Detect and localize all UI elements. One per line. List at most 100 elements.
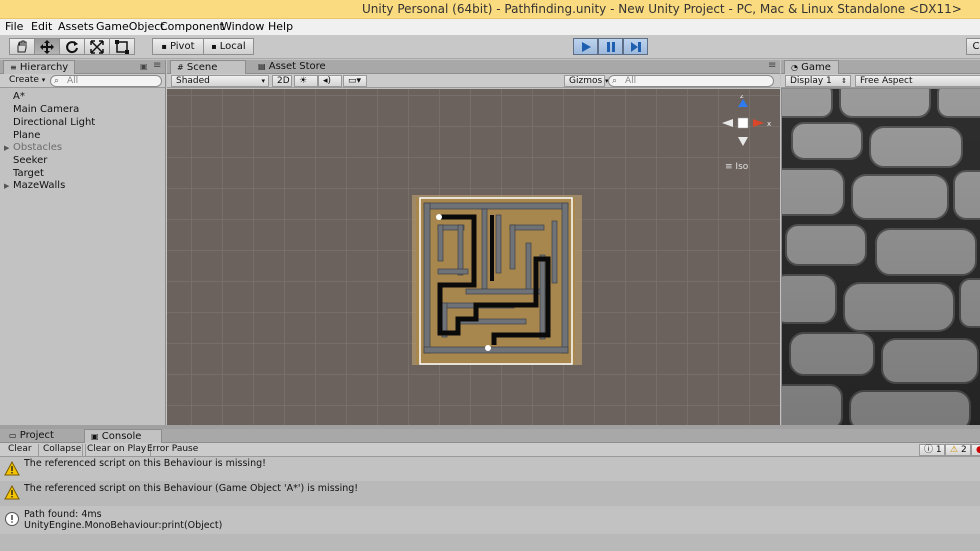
create-label: Create — [9, 75, 39, 85]
expand-arrow-icon[interactable]: ▶ — [4, 144, 9, 152]
gizmos-dropdown[interactable]: Gizmos ▾ — [564, 75, 609, 87]
gizmo-axis-arrow[interactable] — [738, 137, 748, 146]
hierarchy-item-seeker[interactable]: Seeker — [13, 155, 47, 166]
tab-hierarchy[interactable]: ≡ Hierarchy — [3, 60, 76, 74]
hierarchy-item-target[interactable]: Target — [13, 168, 44, 179]
info-filter-toggle[interactable]: ⓘ 1 — [919, 444, 945, 456]
audio-toggle[interactable]: ◂) — [318, 75, 342, 87]
collapse-toggle[interactable]: Collapse — [38, 444, 87, 456]
hierarchy-item-astar[interactable]: A* — [13, 91, 25, 102]
shading-mode-dropdown[interactable]: Shaded ▾ — [171, 75, 269, 87]
console-message-text: Path found: 4ms — [24, 509, 102, 520]
game-viewport[interactable] — [782, 89, 980, 425]
orientation-gizmo[interactable]: z x — [712, 95, 774, 149]
game-tab-label: Game — [801, 62, 831, 73]
console-sub-toolbar: Clear Collapse Clear on Play Error Pause… — [0, 443, 980, 457]
window-title: Unity Personal (64bit) - Pathfinding.uni… — [362, 2, 962, 16]
hierarchy-tab-label: Hierarchy — [19, 62, 69, 73]
clear-button[interactable]: Clear — [4, 444, 36, 456]
window-title-bar: Unity Personal (64bit) - Pathfinding.uni… — [0, 0, 980, 19]
scene-search-input[interactable]: ⌕ All — [608, 75, 774, 87]
maze-object[interactable] — [412, 195, 582, 365]
scene-viewport[interactable]: z x ≡ Iso — [167, 89, 780, 425]
console-message-row[interactable]: The referenced script on this Behaviour … — [0, 458, 980, 481]
effects-dropdown[interactable]: ▭▾ — [343, 75, 367, 87]
console-message-row[interactable]: The referenced script on this Behaviour … — [0, 481, 980, 506]
folder-icon: ▭ — [9, 431, 17, 440]
cloud-label: C — [972, 41, 980, 52]
console-message-row[interactable]: Path found: 4ms UnityEngine.MonoBehaviou… — [0, 506, 980, 534]
local-toggle-button[interactable]: ▪ Local — [203, 38, 254, 55]
local-label: Local — [219, 41, 246, 52]
move-icon — [40, 39, 54, 54]
menu-edit[interactable]: Edit — [31, 20, 52, 33]
hierarchy-sub-toolbar: Create ▾ ⌕ All — [0, 74, 165, 88]
rotate-tool-button[interactable] — [59, 38, 85, 55]
cloud-button[interactable]: C — [966, 38, 980, 55]
iso-indicator[interactable]: ≡ Iso — [725, 162, 748, 172]
play-icon — [581, 41, 591, 52]
menu-assets[interactable]: Assets — [58, 20, 94, 33]
menu-help[interactable]: Help — [268, 20, 293, 33]
step-button[interactable] — [623, 38, 648, 55]
menu-window[interactable]: Window — [221, 20, 264, 33]
sun-icon: ☀ — [299, 76, 308, 86]
clear-on-play-label: Clear on Play — [87, 444, 147, 454]
expand-arrow-icon[interactable]: ▶ — [4, 182, 9, 190]
tab-project[interactable]: ▭ Project — [3, 429, 60, 443]
menu-gameobject[interactable]: GameObject — [96, 20, 165, 33]
aspect-dropdown[interactable]: Free Aspect — [855, 75, 980, 87]
warning-count: 2 — [960, 445, 967, 455]
scale-tool-button[interactable] — [84, 38, 110, 55]
tab-console[interactable]: ▣ Console — [84, 429, 162, 443]
hierarchy-item-obstacles[interactable]: Obstacles — [13, 142, 62, 153]
hand-tool-button[interactable] — [9, 38, 35, 55]
iso-label: Iso — [735, 162, 749, 172]
error-pause-label: Error Pause — [147, 444, 199, 454]
create-dropdown[interactable]: Create ▾ — [5, 75, 49, 87]
info-icon: ⓘ — [924, 445, 934, 455]
gizmo-axis-arrow[interactable] — [722, 119, 733, 127]
menu-file[interactable]: File — [5, 20, 23, 33]
hierarchy-item-main-camera[interactable]: Main Camera — [13, 104, 79, 115]
error-filter-toggle[interactable]: ● — [971, 444, 980, 456]
scale-icon — [90, 39, 104, 54]
pivot-toggle-button[interactable]: ▪ Pivot — [152, 38, 204, 55]
lock-icon[interactable]: ▣ — [140, 62, 148, 71]
gizmo-center-cube[interactable] — [737, 117, 749, 129]
menu-component[interactable]: Component — [160, 20, 224, 33]
rect-tool-button[interactable] — [109, 38, 135, 55]
mode-2d-toggle[interactable]: 2D — [272, 75, 292, 87]
mode-2d-label: 2D — [277, 76, 290, 86]
tab-asset-store[interactable]: ▤ Asset Store — [252, 60, 332, 74]
move-tool-button[interactable] — [34, 38, 60, 55]
scene-search-placeholder: All — [625, 76, 637, 86]
tab-game[interactable]: ◔ Game — [784, 60, 839, 74]
panel-menu-icon[interactable]: ≡ — [768, 60, 776, 71]
hierarchy-item-mazewalls[interactable]: MazeWalls — [13, 180, 65, 191]
gizmo-axis-arrow[interactable] — [738, 99, 748, 107]
warning-filter-toggle[interactable]: ⚠ 2 — [945, 444, 971, 456]
hierarchy-search-input[interactable]: ⌕ All — [50, 75, 162, 87]
rotate-icon — [66, 40, 78, 53]
lighting-toggle[interactable]: ☀ — [294, 75, 318, 87]
hierarchy-item-directional-light[interactable]: Directional Light — [13, 117, 95, 128]
speaker-icon: ◂) — [323, 76, 332, 86]
play-button[interactable] — [573, 38, 598, 55]
chevron-down-icon: ▾ — [261, 77, 265, 85]
console-icon: ▣ — [91, 432, 99, 441]
tab-scene[interactable]: # Scene — [170, 60, 246, 74]
gizmos-label: Gizmos — [569, 76, 603, 86]
hierarchy-item-plane[interactable]: Plane — [13, 130, 40, 141]
aspect-value: Free Aspect — [860, 76, 913, 86]
clear-on-play-toggle[interactable]: Clear on Play — [82, 444, 152, 456]
console-tab-row: ▭ Project ▣ Console — [0, 429, 980, 443]
store-icon: ▤ — [258, 62, 266, 71]
panel-menu-icon[interactable]: ≡ — [153, 60, 161, 71]
pause-button[interactable] — [598, 38, 623, 55]
gizmo-axis-arrow[interactable] — [753, 119, 764, 127]
display-dropdown[interactable]: Display 1 ⇕ — [785, 75, 851, 87]
stone-wall-render — [782, 89, 980, 425]
error-pause-toggle[interactable]: Error Pause — [143, 444, 202, 456]
game-panel: ◔ Game Display 1 ⇕ Free Aspect — [781, 60, 980, 425]
